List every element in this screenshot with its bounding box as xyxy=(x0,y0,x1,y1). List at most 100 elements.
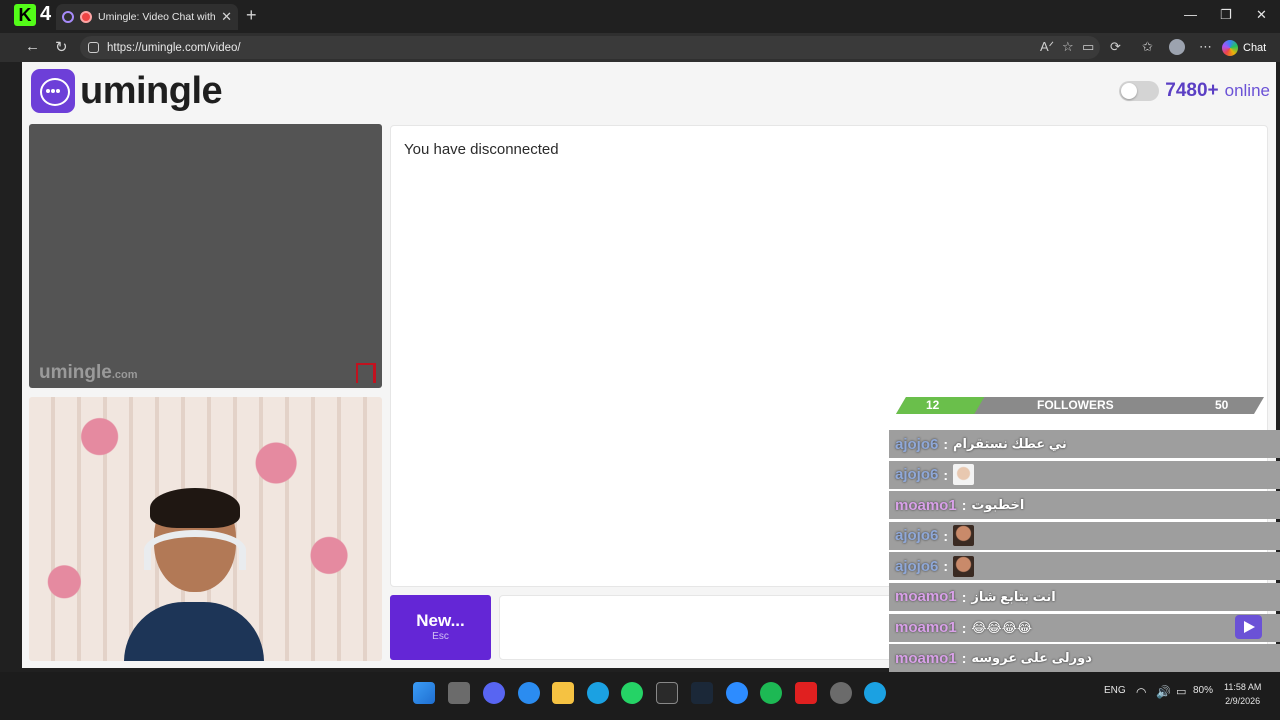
new-button-label: New... xyxy=(416,611,465,630)
overlay-chat-user: ajojo6 xyxy=(895,435,939,453)
new-chat-button[interactable]: New... Esc xyxy=(390,595,491,660)
zoom-icon[interactable] xyxy=(726,682,748,704)
overlay-chat-message: moamo1: اخطبوت xyxy=(889,491,1280,520)
extensions-icon[interactable]: ⟳ xyxy=(1110,39,1121,55)
wifi-icon[interactable]: ◠ xyxy=(1136,685,1146,699)
back-arrow-icon[interactable]: ← xyxy=(25,38,40,55)
followers-label: FOLLOWERS xyxy=(1037,398,1114,412)
epic-games-icon[interactable] xyxy=(656,682,678,704)
chat-emote-icon xyxy=(953,555,975,577)
edge-icon[interactable] xyxy=(587,682,609,704)
system-clock[interactable]: 11:58 AM 2/9/2026 xyxy=(1224,680,1261,708)
browser-tab-strip: K 4 Umingle: Video Chat with Stra ✕ + — … xyxy=(0,0,1280,33)
discord-icon[interactable] xyxy=(483,682,505,704)
overlay-chat-user: ajojo6 xyxy=(895,557,939,575)
overlay-chat-message: ajojo6: xyxy=(889,552,1280,581)
overlay-chat-separator: : xyxy=(961,588,967,605)
overlay-chat-separator: : xyxy=(943,466,949,483)
overlay-chat-separator: : xyxy=(961,619,967,636)
wps-office-icon[interactable] xyxy=(795,682,817,704)
overlay-chat-separator: : xyxy=(961,650,967,667)
battery-icon[interactable]: ▭ xyxy=(1176,685,1186,698)
overlay-chat-user: moamo1 xyxy=(895,588,957,606)
task-view-icon[interactable] xyxy=(448,682,470,704)
battery-level: 80% xyxy=(1193,685,1214,696)
stream-chat-overlay: ajojo6: ني عطك نستقرام ajojo6: moamo1: اخطبو… xyxy=(889,430,1280,705)
followers-goal-bar: 12 FOLLOWERS 50 xyxy=(896,397,1264,414)
umingle-watermark: umingle.com xyxy=(39,362,138,383)
profile-avatar-icon[interactable] xyxy=(1169,39,1185,55)
whatsapp-icon[interactable] xyxy=(621,682,643,704)
theme-toggle[interactable] xyxy=(1119,81,1160,101)
close-window-button[interactable]: ✕ xyxy=(1256,7,1267,23)
overlay-chat-text: 😂😂😂😂 xyxy=(971,619,1033,635)
new-tab-button[interactable]: + xyxy=(246,5,257,26)
overlay-chat-user: moamo1 xyxy=(895,619,957,637)
overlay-chat-message: ajojo6: xyxy=(889,521,1280,550)
chat-emote-icon xyxy=(953,525,975,547)
copilot-icon xyxy=(1222,39,1238,56)
report-flag-icon[interactable] xyxy=(356,363,376,383)
clock-date: 2/9/2026 xyxy=(1225,696,1261,706)
more-menu-icon[interactable]: ⋯ xyxy=(1199,39,1212,55)
browser-toolbar: ← ↻ https://umingle.com/video/ Aᐟ ☆ ▭ ⟳ … xyxy=(0,33,1280,62)
start-windows-icon[interactable] xyxy=(413,682,435,704)
online-label: online xyxy=(1224,81,1270,100)
video-icon[interactable]: ▭ xyxy=(1082,39,1094,55)
brand-name: umingle xyxy=(80,69,223,112)
read-aloud-icon[interactable]: Aᐟ xyxy=(1040,39,1054,55)
clock-time: 11:58 AM xyxy=(1224,682,1262,692)
overlay-chat-separator: : xyxy=(943,527,949,544)
chat-label: Chat xyxy=(1243,41,1267,54)
recording-icon xyxy=(80,11,92,23)
file-explorer-icon[interactable] xyxy=(552,682,574,704)
overlay-chat-message: moamo1: انت بتابع شاز xyxy=(889,582,1280,611)
language-indicator[interactable]: ENG xyxy=(1104,685,1126,696)
minimize-window-button[interactable]: — xyxy=(1184,7,1197,22)
overlay-chat-message: ajojo6: xyxy=(889,460,1280,489)
followers-goal: 50 xyxy=(1215,398,1229,412)
self-video xyxy=(29,397,382,661)
online-count: 7480+ xyxy=(1165,80,1219,101)
address-bar[interactable]: https://umingle.com/video/ xyxy=(80,36,1100,59)
site-logo[interactable]: umingle xyxy=(31,69,223,113)
copilot-chat-button[interactable]: Chat xyxy=(1222,37,1266,58)
url-text: https://umingle.com/video/ xyxy=(107,41,241,54)
followers-current: 12 xyxy=(926,398,940,412)
refresh-icon[interactable]: ↻ xyxy=(55,38,68,56)
overlay-chat-text: انت بتابع شاز xyxy=(971,588,1056,604)
site-info-icon[interactable] xyxy=(88,42,99,53)
send-button[interactable] xyxy=(1235,615,1262,639)
overlay-chat-separator: : xyxy=(943,436,949,452)
settings-gear-icon[interactable] xyxy=(830,682,852,704)
restore-window-button[interactable]: ❐ xyxy=(1220,7,1232,23)
followers-progress-fill xyxy=(896,397,984,414)
overlay-chat-message: ajojo6: ني عطك نستقرام xyxy=(889,430,1280,458)
search-app-icon[interactable] xyxy=(518,682,540,704)
overlay-chat-user: ajojo6 xyxy=(895,527,939,545)
tab-title: Umingle: Video Chat with Stra xyxy=(98,11,216,23)
kick-overlay-logo: K 4 xyxy=(14,3,58,28)
close-tab-icon[interactable]: ✕ xyxy=(221,9,232,25)
tab-umingle[interactable]: Umingle: Video Chat with Stra ✕ xyxy=(56,4,238,30)
overlay-badge: 4 xyxy=(40,3,52,25)
overlay-chat-separator: : xyxy=(943,558,949,575)
overlay-chat-user: moamo1 xyxy=(895,496,957,514)
overlay-chat-text: دورلى على عروسه xyxy=(971,650,1092,666)
favorite-star-icon[interactable]: ☆ xyxy=(1062,39,1074,55)
kick-logo-icon: K xyxy=(14,4,36,26)
spotify-icon[interactable] xyxy=(760,682,782,704)
overlay-chat-message: moamo1: 😂😂😂😂 xyxy=(889,613,1280,642)
steam-icon[interactable] xyxy=(691,682,713,704)
chat-bubble-icon xyxy=(31,69,75,113)
overlay-chat-message: moamo1: دورلى على عروسه xyxy=(889,644,1280,673)
online-indicator: 7480+ online xyxy=(1119,80,1270,102)
edge-dev-icon[interactable] xyxy=(864,682,886,704)
favorites-icon[interactable]: ✩ xyxy=(1142,39,1153,55)
new-button-hint: Esc xyxy=(432,631,449,642)
status-message: You have disconnected xyxy=(404,141,559,158)
webcam-person xyxy=(124,488,264,661)
volume-icon[interactable]: 🔊 xyxy=(1156,685,1171,699)
overlay-chat-user: ajojo6 xyxy=(895,466,939,484)
overlay-chat-user: moamo1 xyxy=(895,649,957,667)
